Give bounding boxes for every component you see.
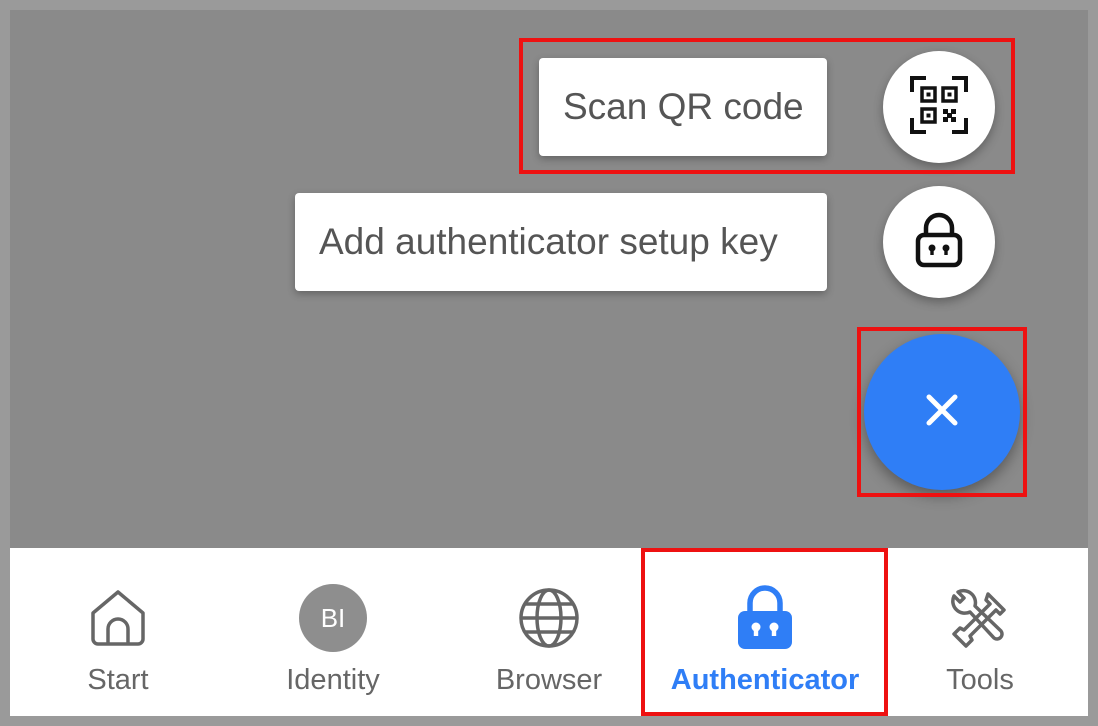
add-setup-key-button[interactable] (883, 186, 995, 298)
lock-icon (725, 582, 805, 654)
globe-icon (509, 582, 589, 654)
nav-label: Browser (495, 664, 603, 696)
tools-icon (940, 582, 1020, 654)
nav-item-tools[interactable]: Tools (872, 548, 1088, 716)
add-setup-key-label[interactable]: Add authenticator setup key (295, 193, 827, 291)
nav-item-authenticator[interactable]: Authenticator (657, 548, 873, 716)
lock-icon (914, 212, 964, 273)
nav-item-identity[interactable]: BI Identity (225, 548, 441, 716)
scan-qr-button[interactable] (883, 51, 995, 163)
nav-label: Tools (946, 664, 1014, 696)
bottom-navigation: Start BI Identity Browser Authenticator … (10, 548, 1088, 716)
nav-label: Start (87, 664, 149, 696)
nav-label: Identity (286, 664, 380, 696)
avatar-container: BI (293, 582, 373, 654)
home-icon (78, 582, 158, 654)
nav-label: Authenticator (670, 664, 860, 696)
close-speed-dial-button[interactable] (864, 334, 1020, 490)
nav-item-browser[interactable]: Browser (441, 548, 657, 716)
close-icon (924, 392, 960, 433)
avatar: BI (299, 584, 367, 652)
qr-code-icon (908, 74, 970, 141)
scan-qr-label[interactable]: Scan QR code (539, 58, 827, 156)
nav-item-start[interactable]: Start (10, 548, 226, 716)
